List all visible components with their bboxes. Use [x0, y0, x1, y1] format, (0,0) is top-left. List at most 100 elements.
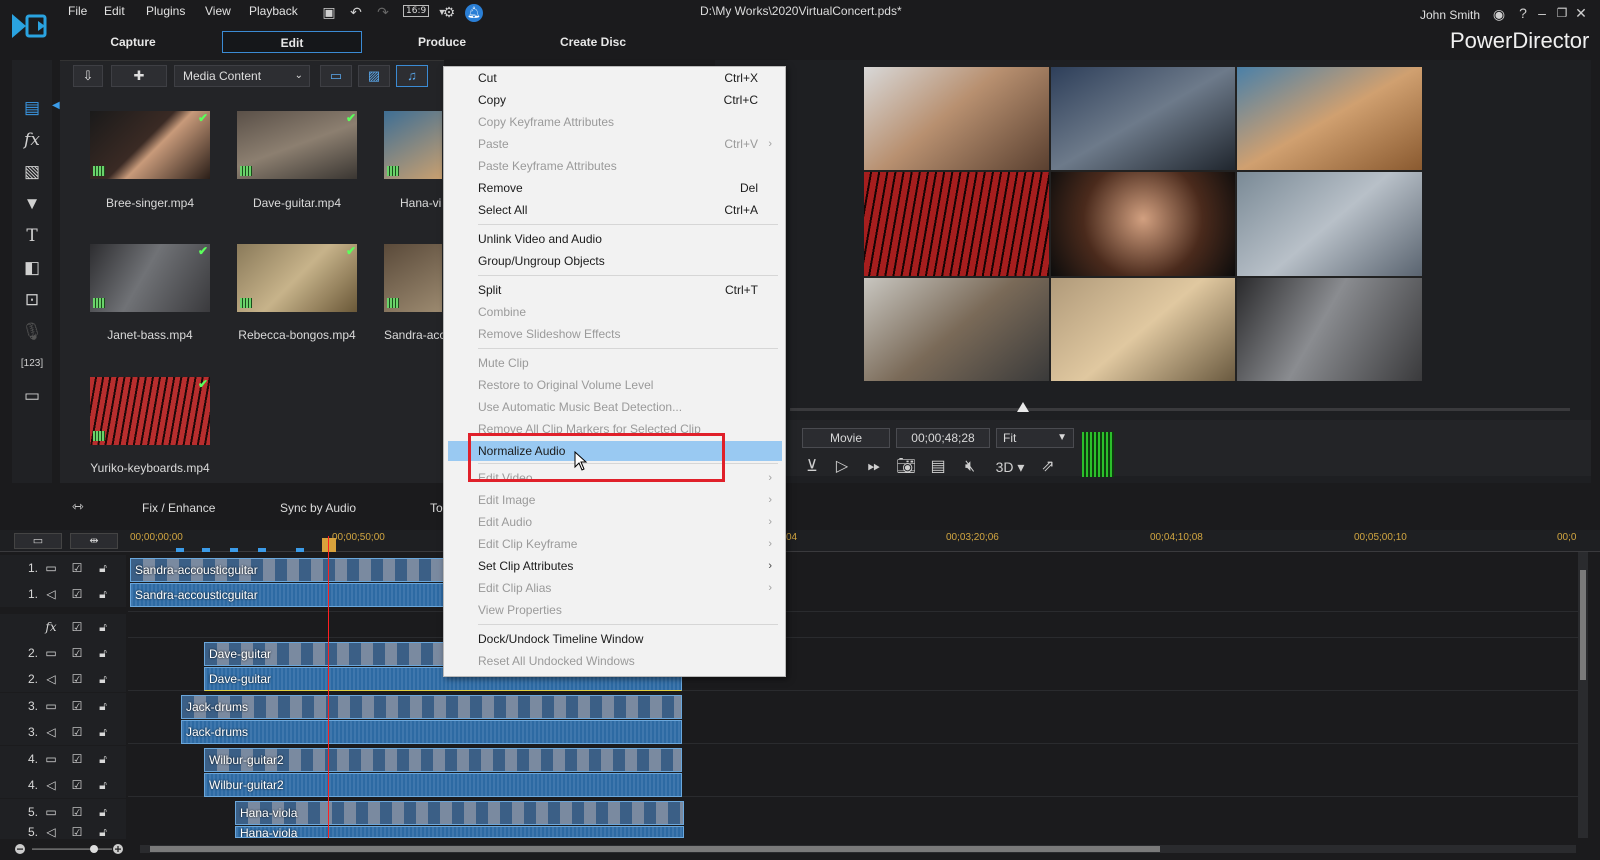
- audio-mixing-room-icon[interactable]: ⊡: [12, 287, 52, 313]
- track-manager-icon[interactable]: ▭: [14, 533, 62, 549]
- preview-scrubber[interactable]: [790, 408, 1570, 411]
- audio-clip[interactable]: Hana-viola: [235, 826, 684, 838]
- video-clip[interactable]: Jack-drums: [181, 695, 682, 719]
- track-enable-checkbox[interactable]: ☑: [70, 825, 84, 839]
- menu-playback[interactable]: Playback: [249, 4, 298, 18]
- save-icon[interactable]: ▣: [320, 3, 338, 21]
- tools-button[interactable]: To: [430, 501, 443, 515]
- menu-item-unlink-video-audio[interactable]: Unlink Video and Audio: [448, 229, 782, 249]
- track-enable-checkbox[interactable]: ☑: [70, 805, 84, 819]
- fit-timeline-icon[interactable]: ⇿: [72, 498, 84, 515]
- menu-item-split[interactable]: Split Ctrl+T: [448, 280, 782, 300]
- snapshot-icon[interactable]: 📷︎: [894, 456, 918, 478]
- video-clip[interactable]: Hana-viola: [235, 801, 684, 825]
- tab-capture[interactable]: Capture: [63, 31, 203, 53]
- audio-filter-icon[interactable]: ♫: [396, 65, 428, 87]
- menu-view[interactable]: View: [205, 4, 231, 18]
- lock-icon[interactable]: 🔓︎: [96, 805, 110, 819]
- menu-plugins[interactable]: Plugins: [146, 4, 185, 18]
- image-filter-icon[interactable]: ▨: [358, 65, 390, 87]
- help-icon[interactable]: ?: [1514, 4, 1532, 22]
- subtitle-toggle-icon[interactable]: ▤: [926, 456, 950, 478]
- chapter-room-icon[interactable]: [123]: [12, 351, 52, 377]
- track-enable-checkbox[interactable]: ☑: [70, 646, 84, 660]
- transition-room-icon[interactable]: ◧: [12, 255, 52, 281]
- thumbnail-rebecca-bongos[interactable]: [237, 244, 357, 312]
- close-icon[interactable]: ✕: [1572, 4, 1590, 22]
- track-enable-checkbox[interactable]: ☑: [70, 752, 84, 766]
- scrubber-handle[interactable]: [1017, 402, 1029, 412]
- pip-room-icon[interactable]: ▧: [12, 159, 52, 185]
- restore-icon[interactable]: ❐: [1553, 4, 1571, 22]
- playhead[interactable]: [328, 536, 329, 838]
- undo-icon[interactable]: ↶: [347, 3, 365, 21]
- sync-by-audio-button[interactable]: Sync by Audio: [280, 501, 356, 515]
- plugins-button[interactable]: ✚: [111, 65, 167, 87]
- track-enable-checkbox[interactable]: ☑: [70, 672, 84, 686]
- tab-produce[interactable]: Produce: [372, 31, 512, 53]
- lock-icon[interactable]: 🔓︎: [96, 672, 110, 686]
- thumbnail-yuriko-keyboards[interactable]: [90, 377, 210, 445]
- video-clip[interactable]: Sandra-accousticguitar: [130, 558, 444, 582]
- effects-room-icon[interactable]: fx: [12, 127, 52, 153]
- menu-item-dock-undock-timeline[interactable]: Dock/Undock Timeline Window: [448, 629, 782, 649]
- tab-edit[interactable]: Edit: [222, 31, 362, 53]
- menu-item-copy[interactable]: Copy Ctrl+C: [448, 90, 782, 110]
- 3d-toggle[interactable]: 3D ▾: [990, 456, 1030, 478]
- timecode-display[interactable]: 00;00;48;28: [896, 428, 990, 448]
- video-clip[interactable]: Wilbur-guitar2: [204, 748, 682, 772]
- fit-zoom-dropdown[interactable]: Fit ▼: [996, 428, 1074, 448]
- subtitle-room-icon[interactable]: ▭: [12, 383, 52, 409]
- mute-icon[interactable]: 🔇︎: [958, 456, 982, 478]
- video-filter-icon[interactable]: ▭: [320, 65, 352, 87]
- fast-forward-icon[interactable]: ⏩︎: [862, 456, 886, 478]
- track-enable-checkbox[interactable]: ☑: [70, 725, 84, 739]
- notification-bell-icon[interactable]: 🔔︎: [465, 4, 483, 22]
- lock-icon[interactable]: 🔓︎: [96, 752, 110, 766]
- track-enable-checkbox[interactable]: ☑: [70, 620, 84, 634]
- minimize-icon[interactable]: –: [1533, 4, 1551, 22]
- menu-item-set-clip-attributes[interactable]: Set Clip Attributes ›: [448, 556, 782, 576]
- menu-file[interactable]: File: [68, 4, 87, 18]
- undock-preview-icon[interactable]: ⇗: [1036, 456, 1060, 478]
- lock-icon[interactable]: 🔓︎: [96, 825, 110, 839]
- audio-clip[interactable]: Wilbur-guitar2: [204, 773, 682, 797]
- playhead-handle[interactable]: [322, 538, 336, 552]
- menu-edit[interactable]: Edit: [104, 4, 125, 18]
- video-clip[interactable]: Dave-guitar: [204, 642, 444, 666]
- lock-icon[interactable]: 🔓︎: [96, 646, 110, 660]
- lock-icon[interactable]: 🔓︎: [96, 561, 110, 575]
- track-enable-checkbox[interactable]: ☑: [70, 587, 84, 601]
- settings-gear-icon[interactable]: ⚙: [440, 3, 458, 21]
- scrollbar-thumb[interactable]: [150, 846, 1160, 852]
- title-room-icon[interactable]: T: [12, 223, 52, 249]
- audio-clip[interactable]: Jack-drums: [181, 720, 682, 744]
- aspect-ratio-selector[interactable]: 16:9: [403, 5, 430, 17]
- menu-item-remove[interactable]: Remove Del: [448, 178, 782, 198]
- preview-canvas[interactable]: [864, 67, 1422, 381]
- scrollbar-thumb[interactable]: [1580, 570, 1586, 680]
- particle-room-icon[interactable]: ▼: [12, 191, 52, 217]
- timeline-zoom-slider[interactable]: [14, 843, 124, 855]
- media-room-icon[interactable]: ▤: [12, 95, 52, 121]
- menu-item-cut[interactable]: Cut Ctrl+X: [448, 68, 782, 88]
- user-name[interactable]: John Smith: [1420, 8, 1480, 22]
- audio-clip[interactable]: Sandra-accousticguitar: [130, 583, 444, 607]
- thumbnail-janet-bass[interactable]: [90, 244, 210, 312]
- lock-icon[interactable]: 🔓︎: [96, 725, 110, 739]
- thumbnail-bree-singer[interactable]: [90, 111, 210, 179]
- track-enable-checkbox[interactable]: ☑: [70, 778, 84, 792]
- lock-icon[interactable]: 🔓︎: [96, 620, 110, 634]
- menu-item-select-all[interactable]: Select All Ctrl+A: [448, 200, 782, 220]
- play-icon[interactable]: ▷: [830, 456, 854, 478]
- lock-icon[interactable]: 🔓︎: [96, 699, 110, 713]
- lock-icon[interactable]: 🔓︎: [96, 587, 110, 601]
- track-enable-checkbox[interactable]: ☑: [70, 699, 84, 713]
- fix-enhance-button[interactable]: Fix / Enhance: [142, 501, 215, 515]
- stop-icon[interactable]: ⊻: [800, 456, 824, 478]
- lock-icon[interactable]: 🔓︎: [96, 778, 110, 792]
- tab-create-disc[interactable]: Create Disc: [523, 31, 663, 53]
- media-content-dropdown[interactable]: Media Content ⌄: [174, 65, 310, 87]
- thumbnail-dave-guitar[interactable]: [237, 111, 357, 179]
- movie-mode-toggle[interactable]: Movie: [802, 428, 890, 448]
